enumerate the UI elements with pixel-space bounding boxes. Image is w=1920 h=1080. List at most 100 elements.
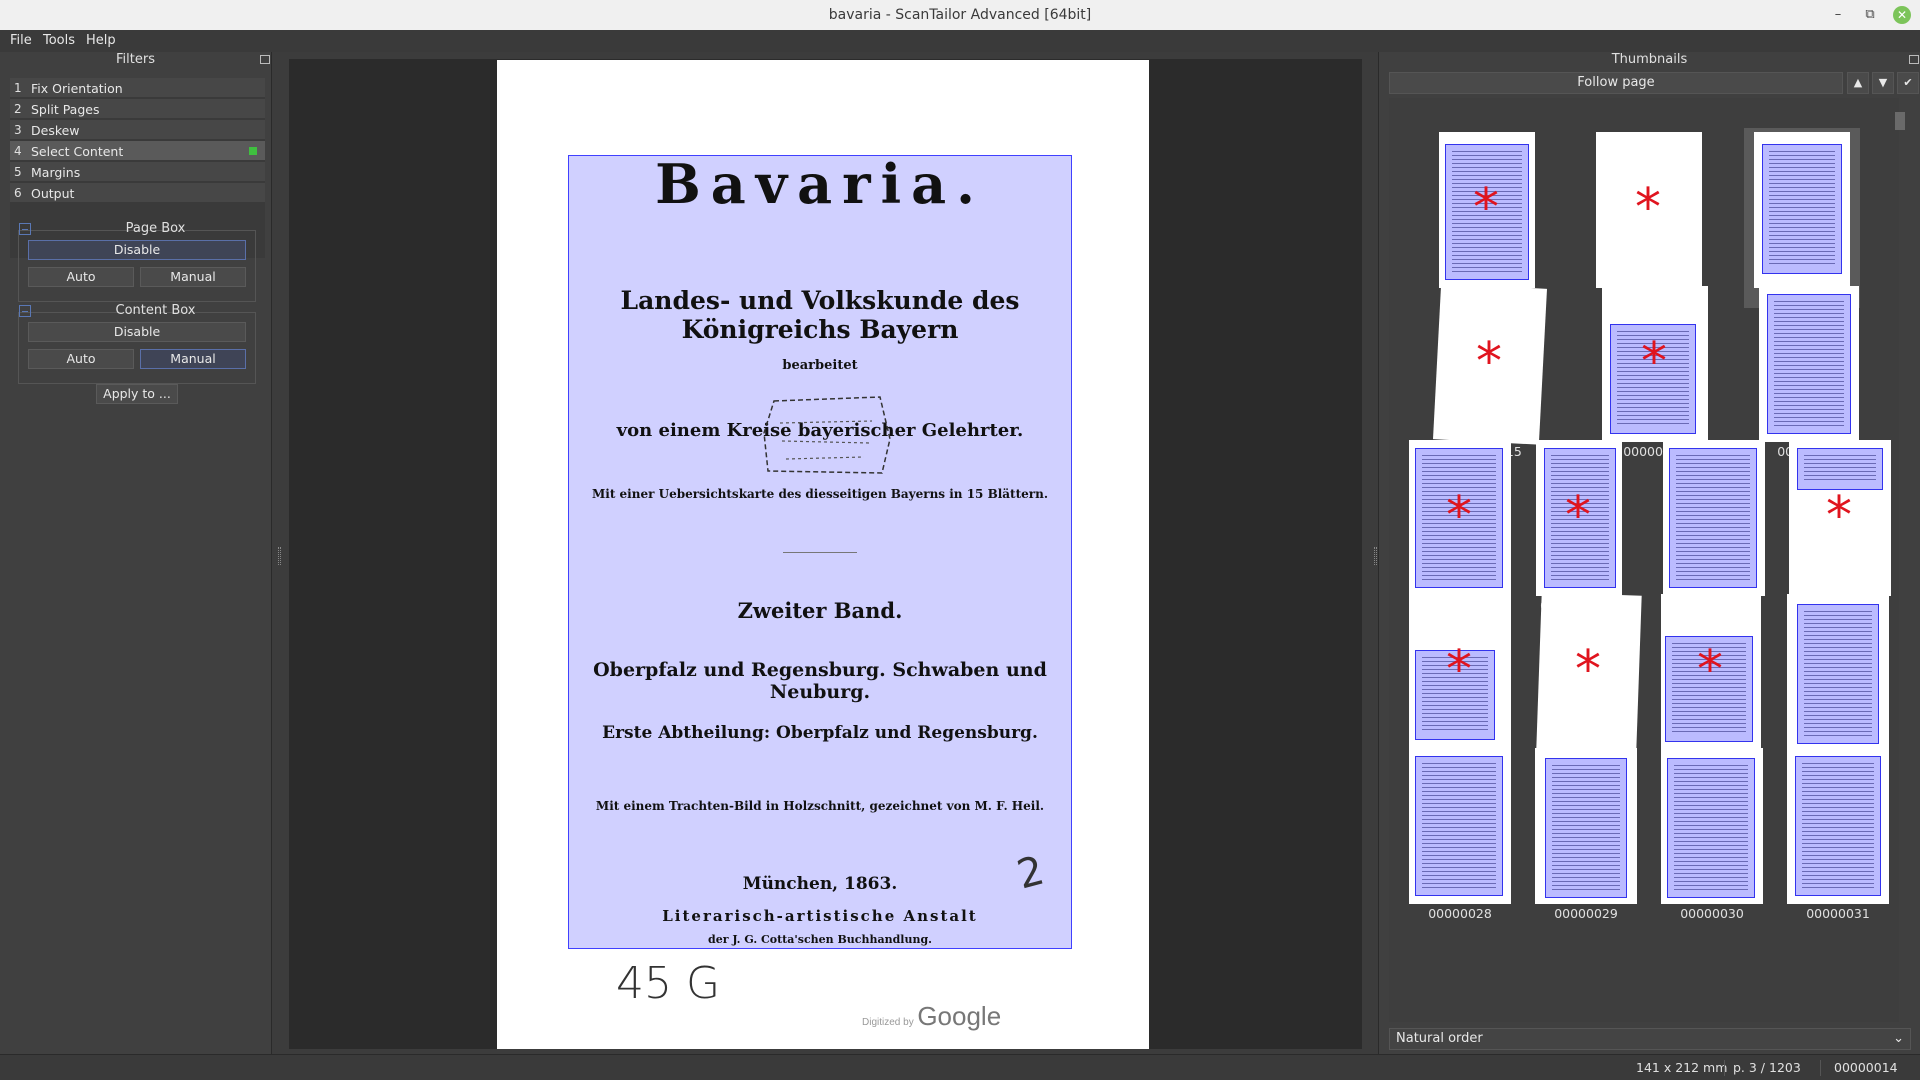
page-text: Erste Abtheilung: Oberpfalz und Regensbu… [602,723,1038,743]
needs-review-icon: * [1641,332,1667,392]
content-box-preview [1667,758,1755,898]
apply-to-button[interactable]: Apply to ... [96,384,178,404]
filter-label: Output [31,186,75,201]
thumbnail-label: 00000031 [1806,906,1870,921]
needs-review-icon: * [1476,332,1502,392]
thumbnail-item[interactable]: 00000018 [1663,440,1765,613]
divider [783,552,857,553]
thumbnail-item[interactable]: 00000017 [1759,286,1859,459]
content-box-title: Content Box [115,303,196,318]
text-lines-preview [1774,301,1844,427]
needs-review-icon: * [1565,486,1591,546]
thumbnail-grid[interactable]: *00000007*0000000400000014*00000015*0000… [1389,98,1899,1022]
scroll-down-icon[interactable]: ▼ [1872,72,1894,94]
filter-number: 6 [14,186,22,200]
filter-item-select-content[interactable]: 4 Select Content [10,141,265,161]
thumbnail-item[interactable]: 00000028 [1409,748,1511,921]
filter-item-fix-orientation[interactable]: 1 Fix Orientation [10,78,265,98]
undock-icon[interactable] [1909,55,1919,64]
content-box-preview [1797,604,1879,744]
thumbnail-image [1787,748,1889,904]
content-box-preview [1797,448,1883,490]
thumbnail-item[interactable]: 00000027 [1787,594,1889,767]
text-lines-preview [1804,455,1876,483]
thumbnail-item[interactable]: 00000030 [1661,748,1763,921]
filters-panel: Filters 1 Fix Orientation 2 Split Pages … [0,52,272,1054]
thumbnail-item[interactable]: *00000022 [1409,594,1511,767]
thumbnail-item[interactable]: *00000019 [1789,440,1891,613]
thumbnail-item[interactable]: *00000024 [1661,594,1761,767]
scroll-up-icon[interactable]: ▲ [1847,72,1869,94]
page-box-manual-button[interactable]: Manual [140,267,246,287]
filter-number: 2 [14,102,22,116]
filter-label: Margins [31,165,81,180]
filter-item-split-pages[interactable]: 2 Split Pages [10,99,265,119]
thumbnail-item[interactable]: *00000023 [1536,592,1642,767]
page-box-disable-button[interactable]: Disable [28,240,246,260]
thumbnail-item[interactable]: 00000029 [1535,748,1637,921]
menu-help[interactable]: Help [86,33,116,48]
needs-review-icon: * [1635,178,1661,238]
text-lines-preview [1676,455,1750,581]
content-box-preview [1767,294,1851,434]
content-box-preview [1415,756,1503,896]
follow-page-button[interactable]: Follow page [1389,72,1843,94]
page-text: München, 1863. [742,874,898,894]
scrollbar-handle[interactable] [1895,112,1905,130]
checkmark-icon[interactable]: ✔ [1897,72,1919,94]
thumbnail-image [1661,748,1763,904]
content-box-disable-button[interactable]: Disable [28,322,246,342]
page-text: der J. G. Cotta'schen Buchhandlung. [708,933,932,946]
thumbnail-image [1663,440,1765,596]
thumbnail-item[interactable]: * 00000016 [1602,286,1708,459]
filter-item-deskew[interactable]: 3 Deskew [10,120,265,140]
filter-item-output[interactable]: 6 Output [10,183,265,203]
filter-label: Select Content [31,144,124,159]
filters-title: Filters [116,52,155,67]
content-box-auto-button[interactable]: Auto [28,349,134,369]
thumbnail-item[interactable]: *00000015 [1432,283,1548,459]
thumbnail-item[interactable]: *00000017_2 [1409,440,1511,613]
separator [1724,1060,1725,1076]
library-stamp-icon [763,396,891,474]
minimize-icon[interactable]: – [1829,6,1847,24]
text-lines-preview [1769,151,1835,267]
filter-item-margins[interactable]: 5 Margins [10,162,265,182]
splitter-handle[interactable] [278,547,281,565]
needs-review-icon: * [1575,640,1601,700]
sort-order-select[interactable]: Natural order ⌄ [1389,1028,1911,1050]
thumbnail-item[interactable]: 00000014 [1744,128,1860,308]
chevron-down-icon: ⌄ [1893,1031,1904,1046]
filter-label: Deskew [31,123,80,138]
content-box-manual-button[interactable]: Manual [140,349,246,369]
menu-file[interactable]: File [10,33,32,48]
undock-icon[interactable] [260,55,270,64]
page-box-auto-button[interactable]: Auto [28,267,134,287]
splitter-handle[interactable] [1374,547,1377,565]
status-indicator-icon [249,147,257,155]
text-lines-preview [1802,763,1874,889]
status-bar: 141 x 212 mm p. 3 / 1203 00000014 [0,1054,1920,1080]
thumbnail-label: 00000030 [1680,906,1744,921]
thumbnail-item[interactable]: 00000031 [1787,748,1889,921]
needs-review-icon: * [1826,486,1852,546]
thumbnail-item[interactable]: *00000004 [1596,132,1702,305]
thumbnails-title: Thumbnails [1611,52,1688,67]
separator [1820,1060,1821,1076]
content-box-preview [1545,758,1627,898]
title-bar: bavaria - ScanTailor Advanced [64bit] – … [0,0,1920,30]
thumbnail-label: 00000028 [1428,906,1492,921]
thumbnail-item[interactable]: *00000017_3 [1536,440,1622,613]
page-box-title: Page Box [125,221,186,236]
close-icon[interactable]: ✕ [1893,6,1911,24]
google-watermark: Digitized by Google [862,1001,1001,1032]
thumbnail-item[interactable]: *00000007 [1439,132,1535,305]
maximize-icon[interactable]: ⧉ [1861,6,1879,24]
text-lines-preview [1422,763,1496,889]
menu-tools[interactable]: Tools [43,33,75,48]
menu-bar: File Tools Help [0,30,1920,52]
page-subtitle-text: Landes- und Volkskunde des Königreichs B… [620,286,1020,344]
page-text: Zweiter Band. [737,598,903,623]
thumbnail-label: 00000029 [1554,906,1618,921]
thumbnail-scrollbar[interactable] [1893,98,1905,1022]
